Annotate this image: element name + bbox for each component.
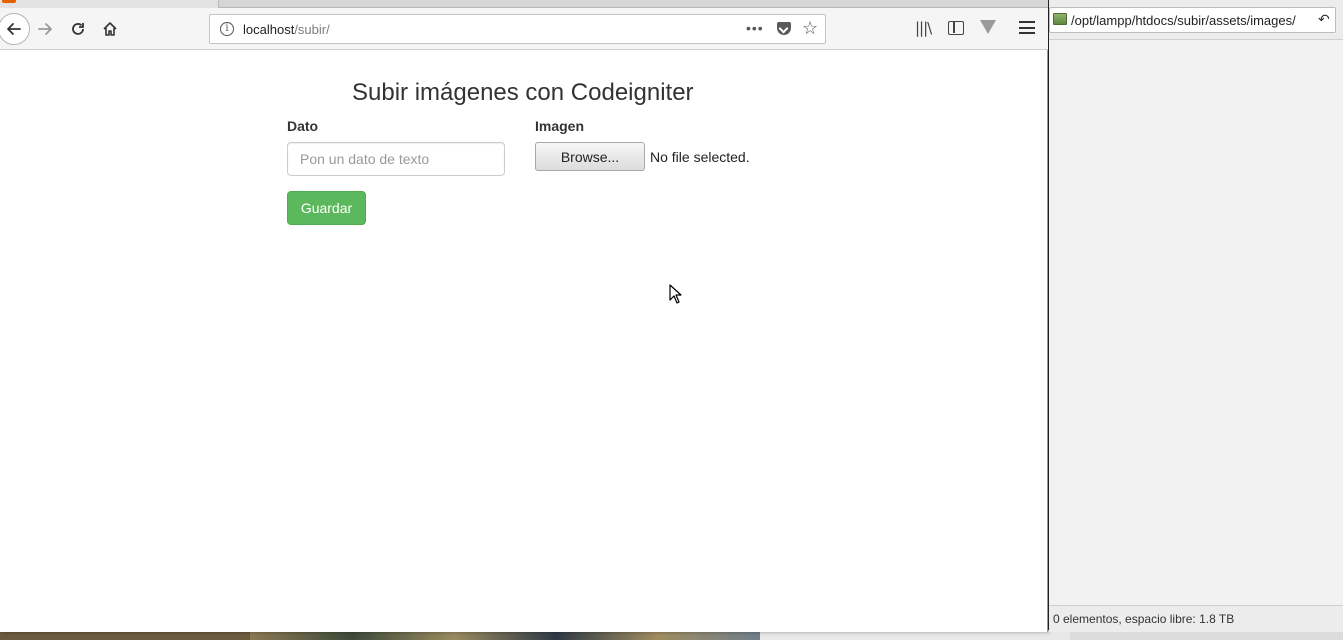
imagen-label: Imagen bbox=[535, 118, 585, 134]
file-manager-content[interactable] bbox=[1049, 41, 1343, 605]
url-path: /subir/ bbox=[294, 22, 330, 37]
file-manager-status-text: 0 elementos, espacio libre: 1.8 TB bbox=[1053, 612, 1235, 626]
home-icon bbox=[103, 22, 117, 36]
firefox-tab-icon[interactable] bbox=[2, 0, 16, 3]
hamburger-menu-icon[interactable] bbox=[1019, 21, 1035, 35]
url-bar[interactable]: i localhost/subir/ ••• ☆ bbox=[209, 14, 826, 44]
page-content: Subir imágenes con Codeigniter Dato Imag… bbox=[0, 51, 1047, 632]
file-manager-statusbar: 0 elementos, espacio libre: 1.8 TB bbox=[1049, 605, 1343, 632]
page-title: Subir imágenes con Codeigniter bbox=[352, 79, 694, 106]
browse-button[interactable]: Browse... bbox=[535, 142, 645, 171]
file-manager-path-field[interactable]: /opt/lampp/htdocs/subir/assets/images/ ↶ bbox=[1049, 7, 1336, 33]
file-status-text: No file selected. bbox=[650, 149, 750, 165]
dato-label: Dato bbox=[287, 118, 319, 134]
site-info-icon[interactable]: i bbox=[220, 22, 234, 36]
mouse-cursor-icon bbox=[669, 284, 682, 304]
dato-input[interactable] bbox=[287, 142, 505, 176]
refresh-icon[interactable]: ↶ bbox=[1318, 11, 1330, 28]
file-manager-path-text: /opt/lampp/htdocs/subir/assets/images/ bbox=[1071, 13, 1296, 28]
pocket-icon[interactable] bbox=[777, 22, 791, 35]
bookmark-star-icon[interactable]: ☆ bbox=[802, 18, 818, 39]
back-arrow-icon bbox=[7, 23, 21, 35]
back-button[interactable] bbox=[0, 13, 30, 45]
tab-strip bbox=[0, 0, 1048, 8]
forward-button[interactable] bbox=[30, 14, 60, 44]
file-manager-pathbar: /opt/lampp/htdocs/subir/assets/images/ ↶ bbox=[1049, 0, 1343, 40]
forward-arrow-icon bbox=[38, 23, 52, 35]
url-text[interactable]: localhost/subir/ bbox=[243, 22, 330, 37]
file-manager-window: /opt/lampp/htdocs/subir/assets/images/ ↶… bbox=[1049, 0, 1343, 632]
guardar-button[interactable]: Guardar bbox=[287, 191, 366, 225]
reload-button[interactable] bbox=[63, 14, 93, 44]
navigation-toolbar: i localhost/subir/ ••• ☆ |||\ bbox=[0, 8, 1048, 50]
tab-bar-edge bbox=[218, 0, 1048, 8]
sidebar-toggle-icon[interactable] bbox=[948, 21, 964, 35]
home-button[interactable] bbox=[95, 14, 125, 44]
reload-icon bbox=[72, 23, 84, 35]
browser-window: i localhost/subir/ ••• ☆ |||\ Subir imág… bbox=[0, 0, 1048, 632]
extension-icon[interactable] bbox=[980, 20, 996, 34]
folder-icon bbox=[1053, 13, 1067, 25]
library-icon[interactable]: |||\ bbox=[915, 19, 932, 37]
url-host: localhost bbox=[243, 22, 295, 37]
page-actions-icon[interactable]: ••• bbox=[746, 20, 764, 36]
